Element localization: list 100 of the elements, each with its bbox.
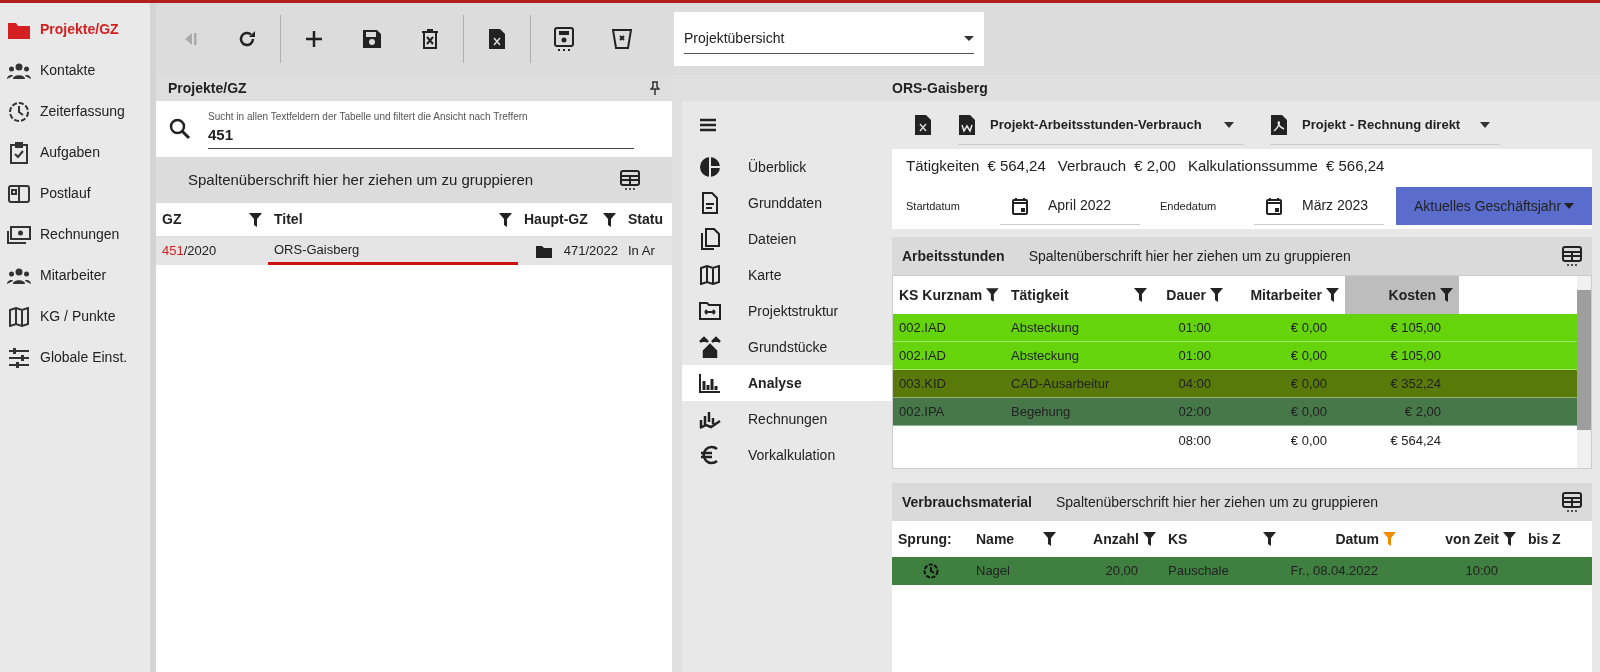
- clock-icon[interactable]: [923, 563, 939, 579]
- files-icon: [700, 228, 720, 250]
- folder-arrows-icon: [699, 302, 721, 320]
- table-cell-text: € 105,00: [1389, 346, 1442, 365]
- filter-icon[interactable]: [1134, 288, 1147, 302]
- nav-item[interactable]: Aufgaben: [0, 132, 150, 173]
- nav-item[interactable]: Kontakte: [0, 50, 150, 91]
- section-tab[interactable]: Vorkalkulation: [682, 437, 892, 473]
- caret-icon: [1480, 121, 1490, 128]
- filter-icon[interactable]: [1210, 288, 1223, 302]
- column-header[interactable]: Anzahl: [1062, 521, 1162, 557]
- filter-icon[interactable]: [1326, 288, 1339, 302]
- report-dropdown[interactable]: Projekt - Rechnung direkt: [1270, 105, 1500, 145]
- table-cell-text: 02:00: [1177, 402, 1212, 421]
- people-icon: [7, 61, 31, 80]
- filter-icon[interactable]: [1263, 532, 1276, 546]
- section-tab[interactable]: Projektstruktur: [682, 293, 892, 329]
- table-cell: ORS-Gaisberg: [268, 237, 518, 265]
- table-layout-icon[interactable]: [1562, 492, 1582, 512]
- column-header[interactable]: Tätigkeit: [1005, 276, 1153, 314]
- scrollbar[interactable]: [1577, 276, 1591, 468]
- filter-icon[interactable]: [499, 212, 512, 227]
- column-header[interactable]: von Zeit: [1402, 521, 1522, 557]
- table-cell-text: Absteckung: [1010, 346, 1080, 365]
- filter-icon[interactable]: [986, 288, 999, 302]
- bar-chart-icon: [699, 373, 721, 393]
- column-header[interactable]: KS Kurznam: [893, 276, 1005, 314]
- banknote-icon: [7, 225, 31, 244]
- filter-icon[interactable]: [603, 212, 616, 227]
- menu-icon[interactable]: [700, 118, 716, 132]
- column-header[interactable]: Titel: [268, 209, 518, 230]
- table-cell-text: 10:00: [1464, 562, 1499, 581]
- table-cell-text: € 352,24: [1389, 374, 1442, 393]
- table-cell-text: 003.KID: [898, 374, 947, 393]
- table-layout-icon[interactable]: [1562, 246, 1582, 266]
- column-header[interactable]: bis Z: [1522, 521, 1582, 557]
- group-hint: Spaltenüberschrift hier her ziehen um zu gruppieren: [1055, 492, 1380, 512]
- column-header[interactable]: Name: [970, 521, 1062, 557]
- end-date-field[interactable]: März 2023: [1254, 187, 1384, 225]
- section-tab[interactable]: Analyse: [682, 365, 892, 401]
- nav-item[interactable]: Zeiterfassung: [0, 91, 150, 132]
- save-icon: [362, 29, 382, 49]
- nav-item[interactable]: Globale Einst.: [0, 337, 150, 378]
- search-field[interactable]: 451: [208, 123, 634, 150]
- filter-icon[interactable]: [1440, 288, 1453, 302]
- section-tab[interactable]: Rechnungen: [682, 401, 892, 437]
- column-header[interactable]: Datum: [1282, 521, 1402, 557]
- column-header[interactable]: Mitarbeiter: [1229, 276, 1345, 314]
- column-header[interactable]: GZ: [156, 209, 268, 230]
- table-row[interactable]: 451/2020 ORS-Gaisberg 471/2022 In Ar: [156, 237, 672, 265]
- section-tab[interactable]: Karte: [682, 257, 892, 293]
- report-dropdown[interactable]: Projekt-Arbeitsstunden-Verbrauch: [958, 105, 1244, 145]
- column-header[interactable]: KS: [1162, 521, 1282, 557]
- panel-title: Projekte/GZ: [168, 78, 248, 98]
- table-row[interactable]: 002.IAD Absteckung 01:00 € 0,00 € 105,00: [893, 342, 1577, 370]
- caret-icon: [1564, 203, 1574, 209]
- table-cell-text: 04:00: [1177, 374, 1212, 393]
- filter-icon[interactable]: [1143, 532, 1156, 546]
- table-cell-text: Begehung: [1010, 402, 1072, 421]
- excel-file-icon[interactable]: [914, 114, 932, 136]
- pin-icon[interactable]: [650, 81, 660, 95]
- table-cell-text: € 105,00: [1389, 318, 1442, 337]
- table-cell-text: € 0,00: [1289, 402, 1328, 421]
- table-cell-text: 01:00: [1177, 346, 1212, 365]
- nav-item[interactable]: KG / Punkte: [0, 296, 150, 337]
- save-view-icon: [553, 27, 575, 51]
- table-layout-icon[interactable]: [620, 170, 640, 190]
- field-label: Startdatum: [906, 198, 961, 214]
- table-cell-text: € 2,00: [1403, 402, 1442, 421]
- search-label: Sucht in allen Textfeldern der Tabelle und filtert die Ansicht nach Treffern: [208, 109, 529, 124]
- view-dropdown[interactable]: Projektübersicht: [674, 12, 984, 66]
- column-header[interactable]: Statu: [622, 209, 672, 230]
- table-cell-text: € 0,00: [1289, 374, 1328, 393]
- nav-item[interactable]: Projekte/GZ: [0, 9, 150, 50]
- column-header[interactable]: Kosten: [1345, 276, 1459, 314]
- nav-item[interactable]: Postlauf: [0, 173, 150, 214]
- section-tab[interactable]: Überblick: [682, 149, 892, 185]
- column-header[interactable]: Dauer: [1153, 276, 1229, 314]
- filter-icon[interactable]: [1503, 532, 1516, 546]
- summary-value: € 2,00: [1134, 155, 1176, 176]
- calendar-icon: [1012, 196, 1028, 215]
- nav-item[interactable]: Mitarbeiter: [0, 255, 150, 296]
- column-header[interactable]: Haupt-GZ: [518, 209, 622, 230]
- section-tab[interactable]: Dateien: [682, 221, 892, 257]
- group-hint: Spaltenüberschrift hier her ziehen um zu gruppieren: [1028, 246, 1352, 266]
- summary-label: Tätigkeiten: [906, 155, 980, 176]
- section-title: Arbeitsstunden: [902, 246, 1005, 266]
- section-tab[interactable]: Grundstücke: [682, 329, 892, 365]
- people-icon: [7, 266, 31, 285]
- filter-icon[interactable]: [1043, 532, 1056, 546]
- section-tab[interactable]: Grunddaten: [682, 185, 892, 221]
- start-date-field[interactable]: April 2022: [1000, 187, 1140, 225]
- table-cell-text: 002.IPA: [898, 402, 946, 421]
- pdf-file-icon: [1270, 113, 1288, 136]
- nav-item[interactable]: Rechnungen: [0, 214, 150, 255]
- filter-icon[interactable]: [249, 212, 262, 227]
- folder-icon: [535, 244, 552, 258]
- table-row[interactable]: 002.IAD Absteckung 01:00 € 0,00 € 105,00: [893, 314, 1577, 342]
- group-hint: Spaltenüberschrift hier her ziehen um zu gruppieren: [188, 169, 535, 190]
- column-header[interactable]: Sprung:: [892, 521, 970, 557]
